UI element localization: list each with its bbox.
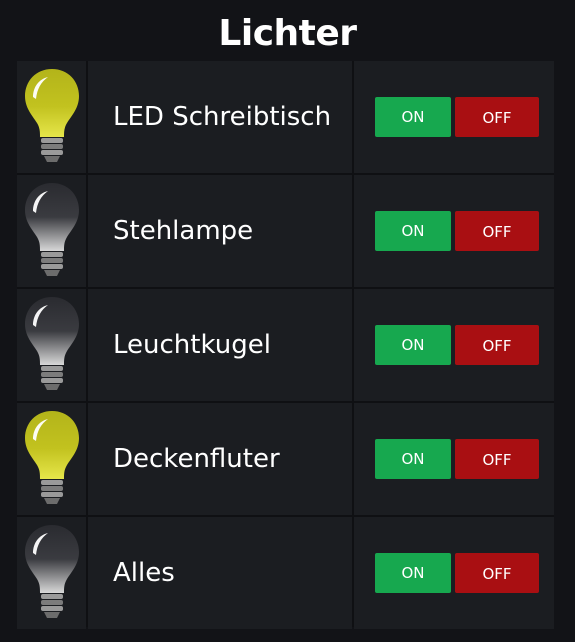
label-cell: Leuchtkugel xyxy=(88,289,352,401)
icon-cell xyxy=(17,175,86,287)
lightbulb-on-icon xyxy=(25,411,79,504)
button-cell: ON OFF xyxy=(354,175,554,287)
off-button[interactable]: OFF xyxy=(455,97,539,137)
icon-cell xyxy=(17,517,86,629)
lightbulb-off-icon xyxy=(25,525,79,618)
lightbulb-on-icon xyxy=(25,69,79,162)
icon-cell xyxy=(17,403,86,515)
lightbulb-off-icon xyxy=(25,297,79,390)
label-cell: Stehlampe xyxy=(88,175,352,287)
label-cell: LED Schreibtisch xyxy=(88,61,352,173)
button-cell: ON OFF xyxy=(354,517,554,629)
off-button[interactable]: OFF xyxy=(455,439,539,479)
light-label: Alles xyxy=(113,558,175,588)
light-label: Leuchtkugel xyxy=(113,330,271,360)
lights-page: Lichter LED Schreibtisch ON OFF Stehlamp… xyxy=(0,0,575,642)
on-button[interactable]: ON xyxy=(375,553,451,593)
off-button[interactable]: OFF xyxy=(455,325,539,365)
on-button[interactable]: ON xyxy=(375,439,451,479)
lights-table: LED Schreibtisch ON OFF Stehlampe ON OFF… xyxy=(17,61,554,629)
on-button[interactable]: ON xyxy=(375,325,451,365)
light-row: Leuchtkugel ON OFF xyxy=(17,289,554,401)
off-button[interactable]: OFF xyxy=(455,553,539,593)
light-row: Deckenfluter ON OFF xyxy=(17,403,554,515)
lightbulb-off-icon xyxy=(25,183,79,276)
light-label: Stehlampe xyxy=(113,216,254,246)
light-label: Deckenfluter xyxy=(113,444,280,474)
light-row: Stehlampe ON OFF xyxy=(17,175,554,287)
on-button[interactable]: ON xyxy=(375,97,451,137)
on-button[interactable]: ON xyxy=(375,211,451,251)
light-row: LED Schreibtisch ON OFF xyxy=(17,61,554,173)
page-title: Lichter xyxy=(218,13,357,54)
button-cell: ON OFF xyxy=(354,403,554,515)
light-label: LED Schreibtisch xyxy=(113,102,332,132)
light-row: Alles ON OFF xyxy=(17,517,554,629)
icon-cell xyxy=(17,61,86,173)
icon-cell xyxy=(17,289,86,401)
off-button[interactable]: OFF xyxy=(455,211,539,251)
button-cell: ON OFF xyxy=(354,289,554,401)
label-cell: Deckenfluter xyxy=(88,403,352,515)
button-cell: ON OFF xyxy=(354,61,554,173)
label-cell: Alles xyxy=(88,517,352,629)
